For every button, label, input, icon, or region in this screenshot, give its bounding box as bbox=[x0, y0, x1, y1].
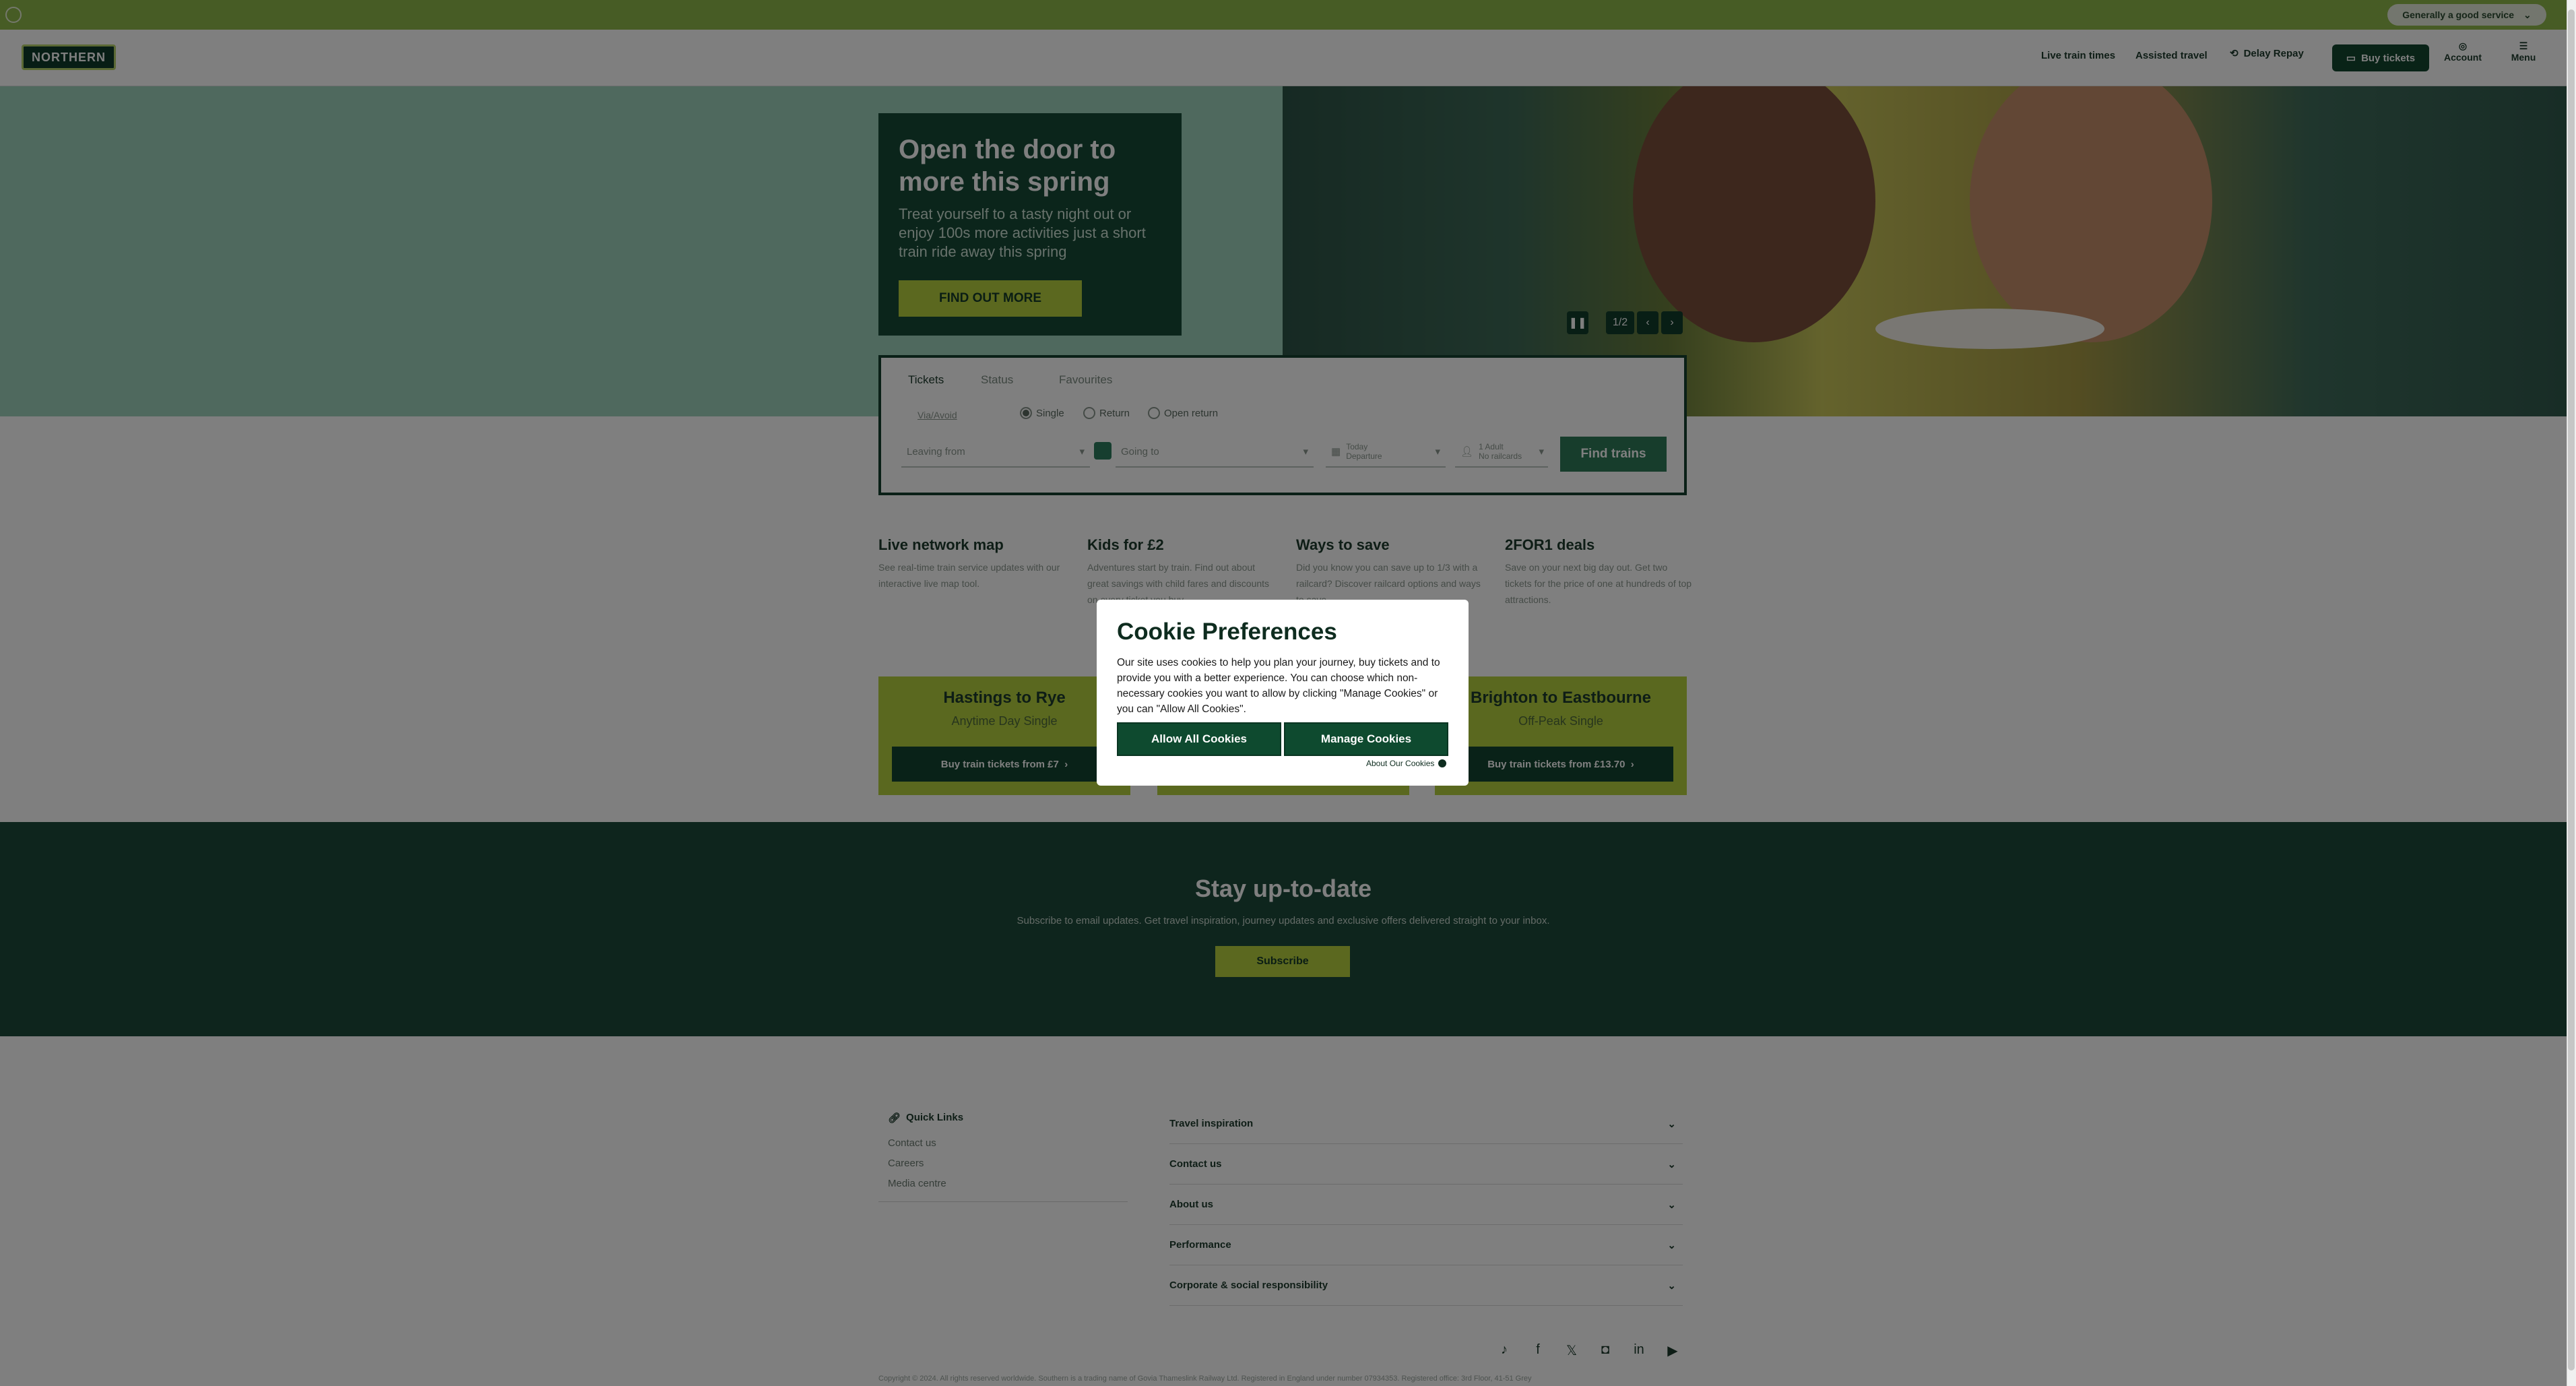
arrow-right-icon bbox=[1438, 759, 1447, 767]
cookie-dialog: Cookie Preferences Our site uses cookies… bbox=[1097, 600, 1469, 786]
cookie-title: Cookie Preferences bbox=[1117, 619, 1337, 645]
about-cookies-label: About Our Cookies bbox=[1366, 759, 1435, 768]
about-cookies-link[interactable]: About Our Cookies bbox=[1366, 759, 1447, 768]
scrollbar-thumb[interactable] bbox=[2568, 9, 2575, 1371]
cookie-text: Our site uses cookies to help you plan y… bbox=[1117, 657, 1440, 715]
allow-all-cookies-button[interactable]: Allow All Cookies bbox=[1117, 722, 1281, 756]
manage-cookies-button[interactable]: Manage Cookies bbox=[1284, 722, 1448, 756]
